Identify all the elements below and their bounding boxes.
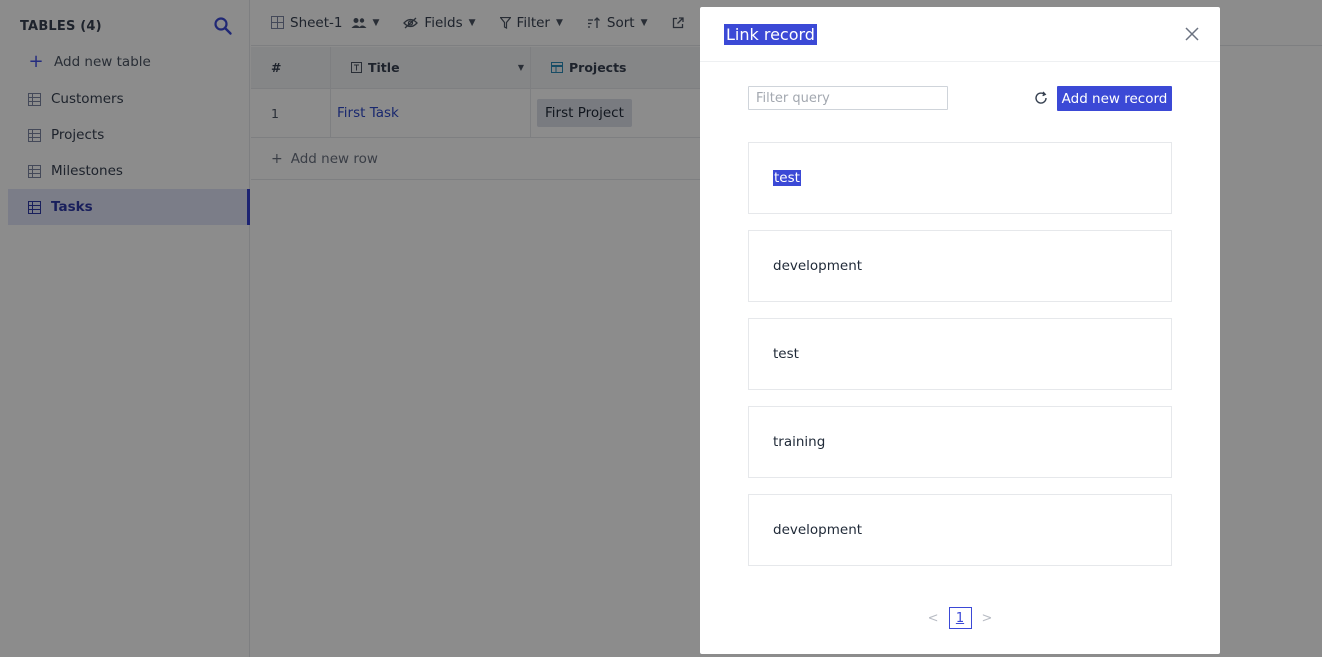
list-item[interactable]: training [748, 406, 1172, 478]
list-item[interactable]: development [748, 494, 1172, 566]
add-new-record-button[interactable]: Add new record [1057, 86, 1172, 111]
record-label: development [773, 258, 863, 274]
record-list: test development test training developme… [748, 142, 1172, 582]
filter-query-input[interactable] [748, 86, 948, 110]
page-number-button[interactable]: 1 [948, 607, 972, 629]
next-page-icon[interactable]: > [982, 611, 993, 626]
list-item[interactable]: test [748, 142, 1172, 214]
list-item[interactable]: development [748, 230, 1172, 302]
dialog-header: Link record [700, 7, 1220, 62]
previous-page-icon[interactable]: < [928, 611, 939, 626]
reload-icon[interactable] [1033, 90, 1049, 106]
record-label: training [773, 434, 826, 450]
list-item[interactable]: test [748, 318, 1172, 390]
link-record-dialog: Link record Add new record test developm… [700, 7, 1220, 654]
dialog-title: Link record [724, 24, 817, 45]
pagination: < 1 > [700, 607, 1220, 629]
dialog-toolbar: Add new record [748, 86, 1172, 111]
record-label: test [773, 170, 801, 186]
record-label: development [773, 522, 863, 538]
record-label: test [773, 346, 799, 362]
close-icon[interactable] [1184, 26, 1200, 42]
